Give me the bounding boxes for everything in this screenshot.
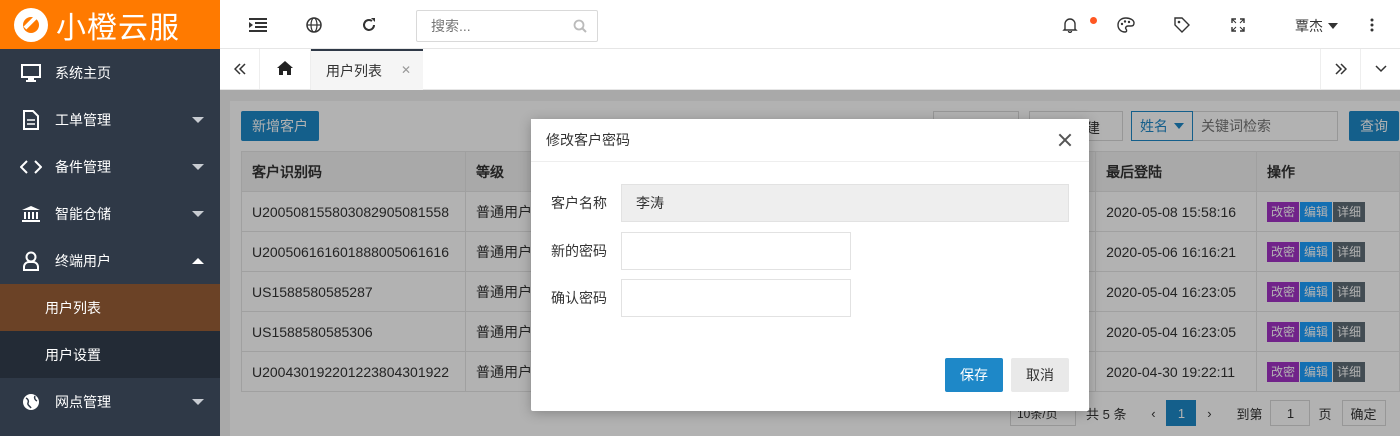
close-icon[interactable]: ✕ — [401, 63, 411, 77]
user-name: 覃杰 — [1295, 18, 1323, 34]
save-button[interactable]: 保存 — [945, 358, 1003, 392]
chevron-down-icon — [192, 117, 204, 123]
tabs-dropdown-icon[interactable] — [1360, 49, 1400, 89]
sidebar-item-workorder[interactable]: 工单管理 — [0, 96, 220, 143]
change-password-dialog: 修改客户密码 客户名称 李涛 新的密码 确认密码 保存 取消 — [531, 119, 1089, 411]
bell-icon[interactable] — [1059, 14, 1081, 36]
top-header: 覃杰 — [220, 0, 1400, 49]
chevron-down-icon — [192, 211, 204, 217]
sidebar-subitem-label: 用户列表 — [45, 299, 101, 316]
sidebar-item-label: 终端用户 — [55, 252, 111, 269]
sidebar-item-endusers[interactable]: 终端用户 — [0, 237, 220, 284]
sidebar-item-warehouse[interactable]: 智能仓储 — [0, 190, 220, 237]
new-password-label: 新的密码 — [551, 243, 607, 259]
dialog-header: 修改客户密码 — [531, 119, 1089, 162]
home-tab[interactable] — [260, 49, 311, 89]
notification-dot — [1090, 17, 1097, 24]
menu-icon[interactable] — [247, 14, 269, 36]
fullscreen-icon[interactable] — [1227, 14, 1249, 36]
sidebar-item-label: 工单管理 — [55, 111, 111, 128]
tag-icon[interactable] — [1171, 14, 1193, 36]
chevron-down-icon — [192, 399, 204, 405]
tabs-scroll-left-icon[interactable] — [220, 49, 260, 89]
cancel-button[interactable]: 取消 — [1011, 358, 1069, 392]
home-icon — [276, 60, 294, 79]
customer-name-row: 客户名称 李涛 — [531, 184, 1069, 222]
globe-icon — [20, 391, 42, 413]
sidebar-item-parts[interactable]: 备件管理 — [0, 143, 220, 190]
sidebar-subitem-user-settings[interactable]: 用户设置 — [0, 331, 220, 378]
sidebar-item-label: 智能仓储 — [55, 205, 111, 222]
document-icon — [20, 109, 42, 131]
tab-user-list[interactable]: 用户列表 ✕ — [311, 49, 423, 90]
monitor-icon — [20, 62, 42, 84]
bank-icon — [20, 203, 42, 225]
chevron-down-icon — [192, 164, 204, 170]
globe-icon[interactable] — [303, 14, 325, 36]
sidebar-item-home[interactable]: 系统主页 — [0, 49, 220, 96]
confirm-password-label: 确认密码 — [551, 290, 607, 306]
user-icon — [20, 250, 42, 272]
search-input[interactable] — [417, 11, 567, 41]
customer-name-value: 李涛 — [621, 184, 1069, 222]
sidebar-subitem-user-list[interactable]: 用户列表 — [0, 284, 220, 331]
code-icon — [20, 156, 42, 178]
sidebar-item-label: 系统主页 — [55, 64, 111, 81]
user-menu[interactable]: 覃杰 — [1295, 16, 1338, 36]
app-logo[interactable]: 小橙云服 — [0, 0, 220, 49]
logo-icon — [14, 7, 48, 42]
new-password-row: 新的密码 — [531, 232, 851, 270]
palette-icon[interactable] — [1115, 14, 1137, 36]
search-box — [416, 10, 598, 42]
sidebar: 小橙云服 系统主页 工单管理 备件管理 智能仓储 终端用户 用户列表 用户设置 … — [0, 0, 220, 436]
confirm-password-field[interactable] — [621, 279, 851, 317]
sidebar-item-outlets[interactable]: 网点管理 — [0, 378, 220, 425]
tabs-scroll-right-icon[interactable] — [1320, 49, 1360, 89]
new-password-field[interactable] — [621, 232, 851, 270]
sidebar-item-label: 备件管理 — [55, 158, 111, 175]
search-icon[interactable] — [573, 19, 587, 36]
chevron-up-icon — [192, 258, 204, 264]
logo-text: 小橙云服 — [56, 10, 180, 46]
sidebar-item-label: 网点管理 — [55, 393, 111, 410]
dialog-title: 修改客户密码 — [546, 132, 630, 148]
sidebar-subitem-label: 用户设置 — [45, 346, 101, 363]
caret-down-icon — [1328, 23, 1338, 29]
tab-label: 用户列表 — [326, 62, 382, 79]
more-icon[interactable] — [1361, 14, 1383, 36]
customer-name-label: 客户名称 — [551, 195, 607, 211]
confirm-password-row: 确认密码 — [531, 279, 851, 317]
tabs-bar: 用户列表 ✕ — [220, 49, 1400, 90]
refresh-icon[interactable] — [358, 14, 380, 36]
customer-name-text: 李涛 — [636, 195, 664, 211]
close-icon[interactable] — [1057, 132, 1073, 148]
